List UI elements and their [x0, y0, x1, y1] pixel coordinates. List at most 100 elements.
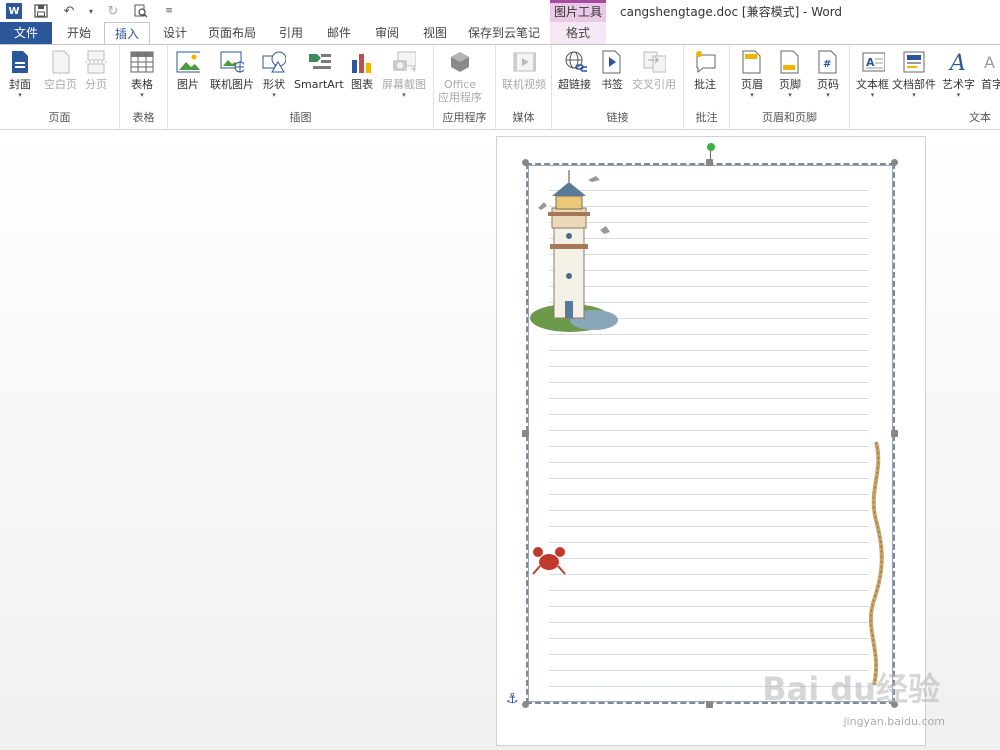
online-video-icon	[512, 49, 536, 75]
group-media: 联机视频 媒体	[496, 45, 552, 129]
resize-handle-left[interactable]	[522, 430, 529, 437]
ribbon-tabs: 文件 开始 插入 设计 页面布局 引用 邮件 审阅 视图 保存到云笔记 格式	[0, 22, 1000, 45]
screenshot-button[interactable]: + 屏幕截图 ▾	[382, 49, 426, 99]
resize-handle-bottom[interactable]	[706, 701, 713, 708]
bookmark-icon	[600, 49, 624, 75]
tab-mailings[interactable]: 邮件	[316, 22, 362, 44]
chart-button[interactable]: 图表	[350, 49, 374, 91]
tab-format[interactable]: 格式	[550, 22, 606, 44]
blank-page-icon	[49, 49, 73, 75]
save-icon[interactable]	[32, 2, 50, 20]
rope-illustration	[868, 441, 884, 686]
comment-button[interactable]: 批注	[693, 49, 717, 91]
online-pictures-icon	[220, 49, 244, 75]
online-pictures-button[interactable]: 联机图片	[210, 49, 254, 91]
wordart-button[interactable]: A 艺术字 ▾	[942, 49, 975, 99]
group-label-tables: 表格	[132, 111, 155, 124]
baidu-watermark-logo: Bai du经验	[762, 670, 940, 708]
drop-cap-icon: A	[980, 49, 1000, 75]
screenshot-icon: +	[392, 49, 416, 75]
table-icon	[130, 49, 154, 75]
quick-parts-button[interactable]: 文档部件 ▾	[892, 49, 936, 99]
group-apps: Office 应用程序 应用程序	[434, 45, 496, 129]
drop-cap-button[interactable]: A 首字	[980, 49, 1000, 91]
footer-icon	[778, 49, 802, 75]
cross-reference-button[interactable]: 交叉引用	[632, 49, 676, 91]
header-button[interactable]: 页眉 ▾	[740, 49, 764, 99]
page-number-icon: #	[816, 49, 840, 75]
hyperlink-button[interactable]: 超链接	[558, 49, 591, 91]
blank-page-button[interactable]: 空白页	[44, 49, 77, 91]
tab-file[interactable]: 文件	[0, 22, 52, 44]
redo-icon[interactable]: ↻	[104, 2, 122, 20]
tab-home[interactable]: 开始	[56, 22, 102, 44]
page-break-icon	[84, 49, 108, 75]
tab-save-to-cloud-notes[interactable]: 保存到云笔记	[462, 22, 546, 44]
page-break-button[interactable]: 分页	[84, 49, 108, 91]
resize-handle-bottom-left[interactable]	[522, 701, 529, 708]
group-label-text: 文本	[969, 111, 991, 124]
word-logo-icon[interactable]: W	[6, 3, 22, 19]
group-label-media: 媒体	[512, 111, 535, 124]
resize-handle-top[interactable]	[706, 159, 713, 166]
text-box-button[interactable]: A 文本框 ▾	[856, 49, 889, 99]
rotation-handle[interactable]	[707, 143, 715, 151]
wordart-icon: A	[947, 49, 971, 75]
smartart-button[interactable]: SmartArt	[294, 49, 344, 91]
footer-button[interactable]: 页脚 ▾	[778, 49, 802, 99]
tab-design[interactable]: 设计	[152, 22, 198, 44]
comment-icon	[693, 49, 717, 75]
tab-page-layout[interactable]: 页面布局	[200, 22, 264, 44]
quick-access-toolbar: W ↶ ▾ ↻ ≡	[6, 2, 178, 20]
hyperlink-icon	[563, 49, 587, 75]
group-header-footer: 页眉 ▾ 页脚 ▾ # 页码 ▾ 页眉和页脚	[730, 45, 850, 129]
title-bar: W ↶ ▾ ↻ ≡ 图片工具 cangshengtage.doc [兼容模式] …	[0, 0, 1000, 22]
bookmark-button[interactable]: 书签	[600, 49, 624, 91]
text-box-icon: A	[861, 49, 885, 75]
page-number-button[interactable]: # 页码 ▾	[816, 49, 840, 99]
undo-dropdown-icon[interactable]: ▾	[88, 2, 94, 20]
table-button[interactable]: 表格 ▾	[130, 49, 154, 99]
tab-insert[interactable]: 插入	[104, 22, 150, 45]
group-illustrations: 图片 联机图片 形状 ▾ SmartArt 图表 + 屏幕截图 ▾ 插图	[168, 45, 434, 129]
office-apps-button[interactable]: Office 应用程序	[438, 49, 482, 104]
group-pages: 封面 ▾ 空白页 分页 页面	[0, 45, 120, 129]
resize-handle-top-left[interactable]	[522, 159, 529, 166]
quick-parts-icon	[902, 49, 926, 75]
ribbon: 封面 ▾ 空白页 分页 页面 表格 ▾ 表格 图片 联机图片 形状 ▾ Smar…	[0, 44, 1000, 130]
picture-button[interactable]: 图片	[176, 49, 200, 91]
group-label-comments: 批注	[695, 111, 718, 124]
group-comments: 批注 批注	[684, 45, 730, 129]
tab-view[interactable]: 视图	[412, 22, 458, 44]
chart-icon	[350, 49, 374, 75]
group-text: A 文本框 ▾ 文档部件 ▾ A 艺术字 ▾ A 首字 文本	[850, 45, 1000, 129]
group-tables: 表格 ▾ 表格	[120, 45, 168, 129]
print-preview-icon[interactable]	[132, 2, 150, 20]
svg-text:+: +	[410, 64, 416, 74]
svg-text:A: A	[948, 51, 966, 74]
anchor-icon: ⚓	[506, 691, 519, 707]
header-icon	[740, 49, 764, 75]
resize-handle-right[interactable]	[891, 430, 898, 437]
tab-references[interactable]: 引用	[268, 22, 314, 44]
shapes-button[interactable]: 形状 ▾	[262, 49, 286, 99]
tab-review[interactable]: 审阅	[364, 22, 410, 44]
online-video-button[interactable]: 联机视频	[502, 49, 546, 91]
group-label-pages: 页面	[48, 111, 71, 124]
shapes-icon	[262, 49, 286, 75]
undo-icon[interactable]: ↶	[60, 2, 78, 20]
baidu-watermark-url: jingyan.baidu.com	[843, 715, 945, 728]
lighthouse-illustration	[530, 170, 618, 332]
cross-reference-icon	[642, 49, 666, 75]
group-label-illustrations: 插图	[289, 111, 312, 124]
resize-handle-top-right[interactable]	[891, 159, 898, 166]
svg-text:A: A	[866, 56, 875, 69]
cover-page-button[interactable]: 封面 ▾	[8, 49, 32, 99]
group-label-links: 链接	[606, 111, 629, 124]
customize-qat-icon[interactable]: ≡	[160, 2, 178, 20]
picture-tools-context-label: 图片工具	[550, 0, 606, 22]
group-label-header-footer: 页眉和页脚	[762, 111, 817, 124]
crab-illustration	[532, 547, 566, 575]
picture-icon	[176, 49, 200, 75]
svg-text:A: A	[984, 53, 995, 72]
